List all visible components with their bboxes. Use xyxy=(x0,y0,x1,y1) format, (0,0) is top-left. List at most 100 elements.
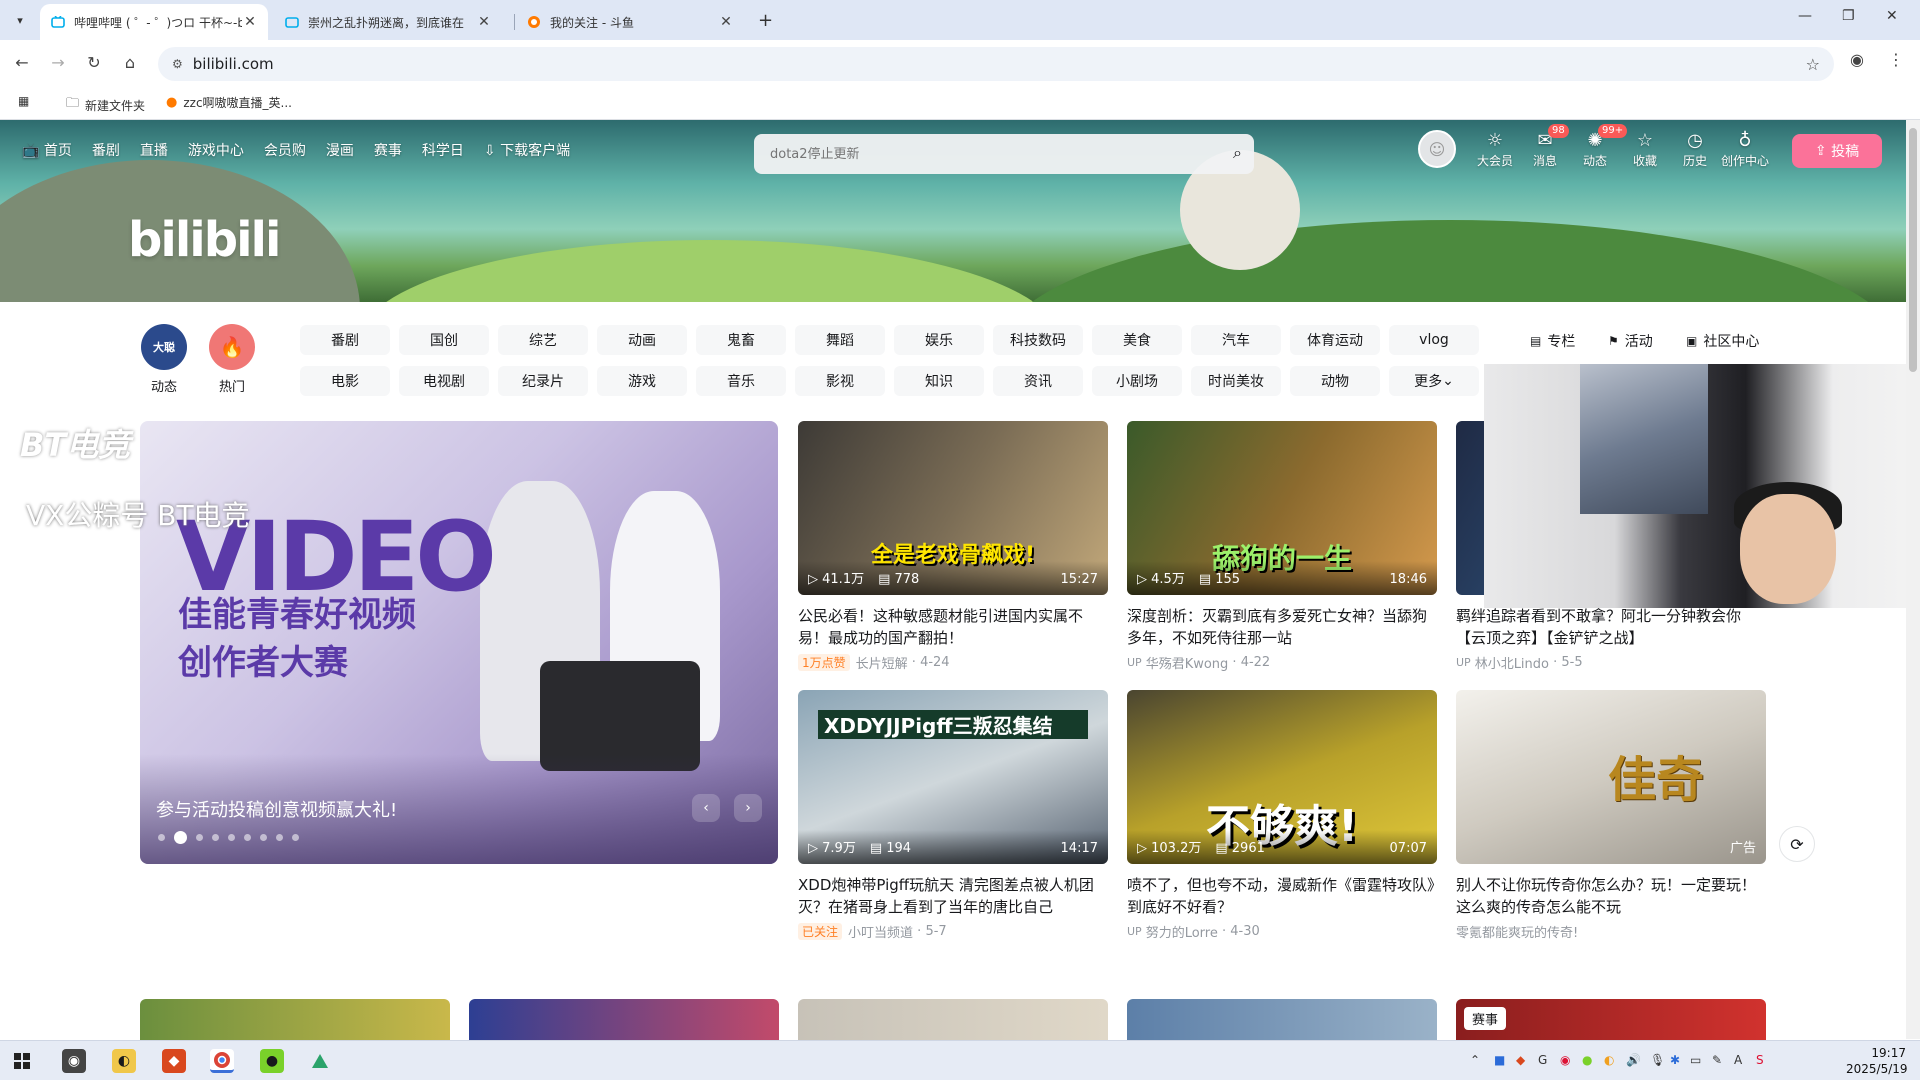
microphone-icon[interactable]: 🎙 xyxy=(1650,1053,1665,1067)
carousel-dot[interactable] xyxy=(212,834,219,841)
side-link-community[interactable]: ▣ 社区中心 xyxy=(1686,331,1759,351)
nav-science-day[interactable]: 科学日 xyxy=(422,140,464,160)
channel-button[interactable]: 科技数码 xyxy=(993,325,1083,355)
carousel-prev-button[interactable]: ‹ xyxy=(692,794,720,822)
video-title[interactable]: 别人不让你玩传奇你怎么办？玩！一定要玩！这么爽的传奇怎么能不玩 xyxy=(1456,874,1766,918)
close-tab-icon[interactable]: ✕ xyxy=(242,14,258,30)
bilibili-logo[interactable]: bilibili xyxy=(128,212,281,268)
channel-button[interactable]: 舞蹈 xyxy=(795,325,885,355)
system-clock[interactable]: 19:17 2025/5/19 xyxy=(1846,1045,1908,1077)
channel-button[interactable]: 音乐 xyxy=(696,366,786,396)
channel-button[interactable]: 鬼畜 xyxy=(696,325,786,355)
bookmark-item[interactable]: ● zzc啊嗷嗷直播_英... xyxy=(166,94,292,111)
nav-history[interactable]: ◷ 历史 xyxy=(1670,130,1720,169)
nav-vip[interactable]: ☼ 大会员 xyxy=(1470,130,1520,169)
channel-button[interactable]: 电视剧 xyxy=(399,366,489,396)
search-input[interactable] xyxy=(770,146,1210,162)
nav-favorites[interactable]: ☆ 收藏 xyxy=(1620,130,1670,169)
carousel-dot[interactable] xyxy=(228,834,235,841)
app-icon[interactable]: ● xyxy=(260,1049,284,1073)
chrome-icon[interactable] xyxy=(210,1049,234,1073)
back-button[interactable]: ← xyxy=(10,50,34,74)
tray-app-icon[interactable]: ◆ xyxy=(1516,1053,1525,1067)
page-scrollbar[interactable] xyxy=(1906,120,1920,1039)
pen-icon[interactable]: ✎ xyxy=(1712,1053,1722,1067)
video-thumbnail[interactable] xyxy=(140,999,450,1040)
app-icon[interactable]: ◆ xyxy=(162,1049,186,1073)
channel-button[interactable]: 游戏 xyxy=(597,366,687,396)
tab-bilibili[interactable]: 哔哩哔哩 ( ゜- ゜)つロ 干杯~-bi ✕ xyxy=(40,4,268,40)
side-link-column[interactable]: ▤ 专栏 xyxy=(1530,331,1575,351)
channel-button[interactable]: 体育运动 xyxy=(1290,325,1380,355)
nav-live[interactable]: 直播 xyxy=(140,140,168,160)
channel-button[interactable]: 国创 xyxy=(399,325,489,355)
tab-search-button[interactable]: ▾ xyxy=(8,8,32,32)
nav-game-center[interactable]: 游戏中心 xyxy=(188,140,244,160)
close-tab-icon[interactable]: ✕ xyxy=(476,14,492,30)
tray-app-icon[interactable]: ◐ xyxy=(1604,1053,1614,1067)
ad-thumbnail[interactable]: 佳奇 广告 xyxy=(1456,690,1766,864)
ad-source[interactable]: 零氪都能爽玩的传奇! xyxy=(1456,922,1578,941)
reload-button[interactable]: ↻ xyxy=(82,50,106,74)
channel-hot[interactable]: 🔥 热门 xyxy=(202,324,262,395)
channel-button[interactable]: 纪录片 xyxy=(498,366,588,396)
channel-button[interactable]: 资讯 xyxy=(993,366,1083,396)
upload-button[interactable]: ⇪ 投稿 xyxy=(1792,134,1882,168)
video-author[interactable]: 努力的Lorre xyxy=(1146,922,1218,941)
carousel-dot[interactable] xyxy=(158,834,165,841)
channel-button[interactable]: 综艺 xyxy=(498,325,588,355)
minimize-button[interactable]: — xyxy=(1798,8,1812,24)
carousel-dot[interactable] xyxy=(174,831,187,844)
video-title[interactable]: 深度剖析：灭霸到底有多爱死亡女神？当舔狗多年，不如死侍往那一站 xyxy=(1127,605,1437,649)
video-thumbnail[interactable]: 不够爽! ▷ 103.2万 ▤ 2961 07:07 xyxy=(1127,690,1437,864)
video-thumbnail[interactable]: 赛事 xyxy=(1456,999,1766,1040)
nav-creator-center[interactable]: ♁ 创作中心 xyxy=(1720,130,1770,169)
carousel-dot[interactable] xyxy=(260,834,267,841)
more-menu-icon[interactable]: ⋮ xyxy=(1888,50,1904,69)
app-icon[interactable]: ◐ xyxy=(112,1049,136,1073)
video-thumbnail[interactable] xyxy=(1127,999,1437,1040)
close-window-button[interactable]: ✕ xyxy=(1886,8,1898,24)
side-link-activity[interactable]: ⚑ 活动 xyxy=(1608,331,1653,351)
carousel-dot[interactable] xyxy=(292,834,299,841)
site-info-icon[interactable]: ⚙ xyxy=(172,57,183,71)
close-tab-icon[interactable]: ✕ xyxy=(718,14,734,30)
channel-button[interactable]: 时尚美妆 xyxy=(1191,366,1281,396)
video-thumbnail[interactable]: XDDYJJPigff三叛忍集结 ▷ 7.9万 ▤ 194 14:17 xyxy=(798,690,1108,864)
tray-app-icon[interactable]: ■ xyxy=(1494,1053,1505,1067)
windows-start-icon[interactable] xyxy=(10,1049,34,1073)
app-icon[interactable] xyxy=(308,1049,332,1073)
video-title[interactable]: 公民必看！这种敏感题材能引进国内实属不易！最成功的国产翻拍！ xyxy=(798,605,1108,649)
video-title[interactable]: 羁绊追踪者看到不敢拿？阿北一分钟教会你【云顶之弈】【金铲铲之战】 xyxy=(1456,605,1766,649)
input-method-icon[interactable]: A xyxy=(1734,1053,1742,1067)
obs-icon[interactable]: ◉ xyxy=(62,1049,86,1073)
profile-icon[interactable]: ◉ xyxy=(1850,50,1864,69)
nav-messages[interactable]: ✉ 98 消息 xyxy=(1520,124,1570,169)
channel-button[interactable]: 汽车 xyxy=(1191,325,1281,355)
channel-feed[interactable]: 大聪 动态 xyxy=(134,324,194,395)
channel-button[interactable]: 影视 xyxy=(795,366,885,396)
nav-mall[interactable]: 会员购 xyxy=(264,140,306,160)
video-thumbnail[interactable] xyxy=(469,999,779,1040)
restore-button[interactable]: ❐ xyxy=(1842,8,1855,24)
video-card[interactable]: XDDYJJPigff三叛忍集结 ▷ 7.9万 ▤ 194 14:17 XDD炮神带… xyxy=(798,690,1108,941)
video-author[interactable]: 小叮当频道 xyxy=(848,922,913,941)
carousel-next-button[interactable]: › xyxy=(734,794,762,822)
carousel-dot[interactable] xyxy=(276,834,283,841)
channel-button[interactable]: 娱乐 xyxy=(894,325,984,355)
tray-app-icon[interactable]: G xyxy=(1538,1053,1547,1067)
ime-icon[interactable]: S xyxy=(1756,1053,1764,1067)
tab-article[interactable]: 崇州之乱扑朔迷离，到底谁在 ✕ xyxy=(274,4,502,40)
hero-carousel[interactable]: VIDEO 佳能青春好视频 创作者大赛 参与活动投稿创意视频赢大礼! ‹ › xyxy=(140,421,778,864)
scrollbar-thumb[interactable] xyxy=(1909,128,1917,372)
video-author[interactable]: 华殇君Kwong xyxy=(1146,653,1229,672)
address-bar[interactable]: ⚙ bilibili.com ☆ xyxy=(158,47,1834,81)
tray-chevron-icon[interactable]: ⌃ xyxy=(1470,1053,1480,1067)
carousel-dot[interactable] xyxy=(244,834,251,841)
channel-button[interactable]: 知识 xyxy=(894,366,984,396)
video-title[interactable]: XDD炮神带Pigff玩航天 清完图差点被人机团灭？在猪哥身上看到了当年的唐比自… xyxy=(798,874,1108,918)
tab-douyu[interactable]: 我的关注 - 斗鱼 ✕ xyxy=(516,4,744,40)
ad-card[interactable]: 佳奇 广告 别人不让你玩传奇你怎么办？玩！一定要玩！这么爽的传奇怎么能不玩 零氪… xyxy=(1456,690,1766,941)
video-author[interactable]: 长片短解 xyxy=(856,653,908,672)
carousel-dot[interactable] xyxy=(196,834,203,841)
